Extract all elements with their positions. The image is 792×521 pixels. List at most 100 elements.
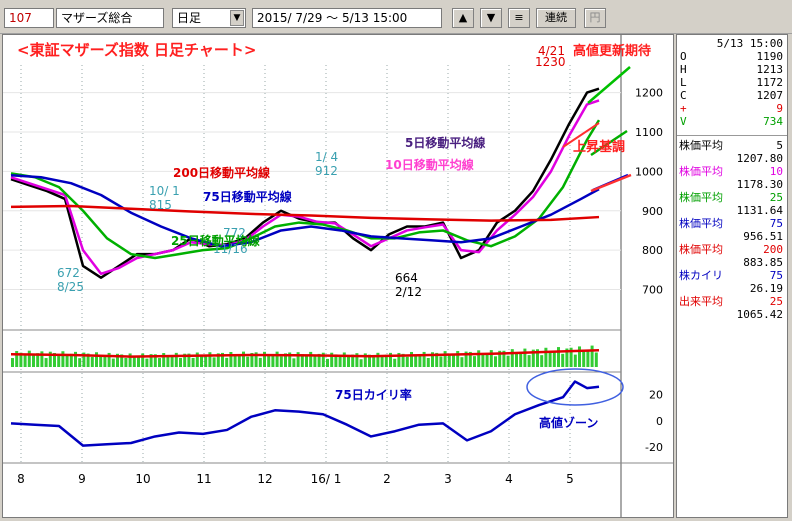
volume-bar xyxy=(158,358,161,367)
indicator-param: 25 xyxy=(769,191,783,204)
volume-bar xyxy=(191,357,195,367)
high-value-label: 1230 xyxy=(535,55,566,69)
ma10-label: 10日移動平均線 xyxy=(385,157,474,172)
menu-button[interactable]: ≡ xyxy=(508,8,530,28)
ma200-label: 200日移動平均線 xyxy=(173,165,270,180)
indicator-value: 26.19 xyxy=(749,282,783,295)
month-tick-label: 4 xyxy=(505,472,513,486)
month-tick-label: 12 xyxy=(257,472,272,486)
volume-bar xyxy=(11,358,14,367)
volume-bar xyxy=(405,356,409,367)
volume-bar xyxy=(292,358,296,367)
ohlc-open: O 1190 xyxy=(680,50,783,63)
chart-area: <東証マザーズ指数 日足チャート> 1200 1100 1000 900 800 700 2… xyxy=(2,34,674,518)
month-tick-label: 8 xyxy=(17,472,25,486)
stock-code-field[interactable]: 107 xyxy=(4,8,54,28)
volume-bar xyxy=(485,353,489,367)
low2-date-label: 2/12 xyxy=(395,285,422,299)
price-tick-label: 1100 xyxy=(635,126,663,139)
ma75-label: 75日移動平均線 xyxy=(203,189,292,204)
mid-date-b-label: 10/ 1 xyxy=(149,184,180,198)
volume-bar xyxy=(204,355,208,367)
ma-series-line xyxy=(10,87,600,279)
volume-bar xyxy=(426,357,430,367)
volume-bar xyxy=(258,357,262,367)
volume-bar xyxy=(548,351,552,367)
volume-bar xyxy=(414,355,418,367)
indicator-value: 883.85 xyxy=(743,256,783,269)
volume-bar xyxy=(460,357,464,367)
volume-bar xyxy=(527,355,531,367)
indicator-value: 1207.80 xyxy=(736,152,783,165)
volume-bar xyxy=(578,346,581,367)
volume-bar xyxy=(212,357,216,367)
volume-bar xyxy=(393,358,397,367)
month-tick-label: 11 xyxy=(196,472,211,486)
ohlc-volume: V 734 xyxy=(680,115,783,128)
indicator-param: 5 xyxy=(776,139,783,152)
volume-bar xyxy=(590,345,594,367)
high-note-label: 高値更新期待 xyxy=(573,43,651,59)
panel-divider xyxy=(677,135,787,136)
volume-bar xyxy=(326,358,329,367)
deviation-tick-label: 20 xyxy=(649,389,663,402)
date-range-field[interactable]: 2015/ 7/29 ～ 5/13 15:00 xyxy=(252,8,442,28)
volume-bar xyxy=(594,352,598,367)
volume-bar xyxy=(523,348,527,367)
volume-bar xyxy=(506,355,510,367)
deviation-tick-label: 0 xyxy=(656,415,663,428)
volume-bar xyxy=(557,347,560,367)
chevron-down-icon[interactable]: ▼ xyxy=(230,10,244,26)
indicator-value: 956.51 xyxy=(743,230,783,243)
volume-bar xyxy=(32,355,35,367)
ohlc-close: C 1207 xyxy=(680,89,783,102)
price-tick-label: 1000 xyxy=(635,165,663,178)
month-tick-label: 3 xyxy=(444,472,452,486)
volume-bar xyxy=(78,358,82,367)
period-select[interactable]: 日足 ▼ xyxy=(172,8,246,28)
price-tick-label: 1200 xyxy=(635,87,663,100)
scroll-up-button[interactable]: ▲ xyxy=(452,8,474,28)
volume-bar xyxy=(90,356,94,367)
volume-bar xyxy=(582,349,586,367)
volume-bar xyxy=(473,356,476,367)
volume-bar xyxy=(540,355,544,367)
indicator-value: 1065.42 xyxy=(736,308,783,321)
mid-date-a-label: 1/ 4 xyxy=(315,150,338,164)
volume-bar xyxy=(65,355,69,367)
volume-bar xyxy=(132,356,136,367)
month-tick-label: 10 xyxy=(135,472,150,486)
low1-date-label: 8/25 xyxy=(57,280,84,294)
indicator-row: 株価平均 5 xyxy=(679,139,783,152)
indicator-value: 1131.64 xyxy=(736,204,783,217)
ma-series-line xyxy=(10,99,600,276)
volume-bar xyxy=(380,356,384,367)
indicator-value: 1178.30 xyxy=(736,178,783,191)
stock-name-field[interactable]: マザーズ総合 xyxy=(56,8,164,28)
indicator-row: 株価平均 10 xyxy=(679,165,783,178)
indicator-name: 株価平均 xyxy=(679,165,723,178)
indicator-param: 75 xyxy=(769,269,783,282)
yen-button[interactable]: 円 xyxy=(584,8,606,28)
high-zone-label: 高値ゾーン xyxy=(539,415,598,430)
indicator-param: 10 xyxy=(769,165,783,178)
scroll-down-button[interactable]: ▼ xyxy=(480,8,502,28)
volume-bar xyxy=(586,350,590,367)
indicator-row: 株価平均 75 xyxy=(679,217,783,230)
volume-bar xyxy=(439,356,443,367)
indicator-param: 200 xyxy=(763,243,783,256)
price-tick-label: 800 xyxy=(642,244,663,257)
indicator-name: 株価平均 xyxy=(679,139,723,152)
mid-value-b-label: 815 xyxy=(149,198,172,212)
continuous-button[interactable]: 連続 xyxy=(536,8,576,28)
indicator-row: 出来平均 25 xyxy=(679,295,783,308)
month-tick-label: 16/ 1 xyxy=(311,472,342,486)
high-zone-ellipse xyxy=(526,368,624,406)
month-tick-label: 9 xyxy=(78,472,86,486)
volume-bar xyxy=(494,356,497,367)
indicator-row: 株価平均 25 xyxy=(679,191,783,204)
indicator-name: 株価平均 xyxy=(679,191,723,204)
indicator-name: 株カイリ xyxy=(679,269,723,282)
volume-bar xyxy=(313,356,317,367)
mid-value-a-label: 912 xyxy=(315,164,338,178)
